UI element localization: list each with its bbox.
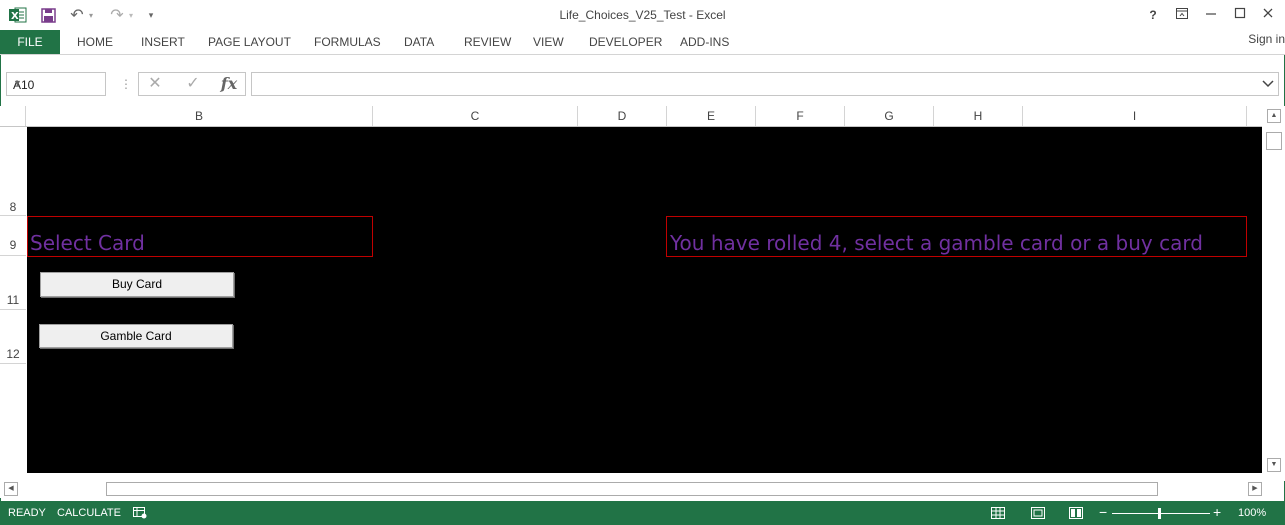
macro-recording-icon[interactable] bbox=[132, 505, 148, 521]
enter-icon[interactable]: ✓ bbox=[181, 74, 205, 94]
normal-view-icon[interactable] bbox=[990, 505, 1006, 521]
column-header-f[interactable]: F bbox=[756, 106, 845, 126]
row-header-12[interactable]: 12 bbox=[0, 310, 26, 364]
buy-card-button[interactable]: Buy Card bbox=[40, 272, 234, 297]
column-header-d[interactable]: D bbox=[578, 106, 667, 126]
column-header-e[interactable]: E bbox=[667, 106, 756, 126]
page-layout-view-icon[interactable] bbox=[1030, 505, 1046, 521]
tab-review[interactable]: REVIEW bbox=[464, 30, 511, 54]
tab-add-ins[interactable]: ADD-INS bbox=[680, 30, 729, 54]
column-header-j[interactable] bbox=[1247, 106, 1262, 126]
gamble-card-button[interactable]: Gamble Card bbox=[39, 324, 233, 348]
name-box-dropdown-icon[interactable]: ▼ bbox=[13, 78, 101, 88]
column-header-c[interactable]: C bbox=[373, 106, 578, 126]
row-header-8[interactable]: 8 bbox=[0, 196, 26, 216]
zoom-level[interactable]: 100% bbox=[1238, 507, 1266, 519]
column-header-h[interactable]: H bbox=[934, 106, 1023, 126]
status-calculate[interactable]: CALCULATE bbox=[57, 507, 121, 519]
formula-bar-grip-icon[interactable]: ⋮ bbox=[120, 76, 132, 92]
page-break-preview-icon[interactable] bbox=[1068, 505, 1084, 521]
zoom-slider-thumb[interactable] bbox=[1158, 508, 1161, 519]
column-header-i[interactable]: I bbox=[1023, 106, 1247, 126]
roll-message-text: You have rolled 4, select a gamble card … bbox=[670, 231, 1203, 255]
vertical-scrollbar[interactable]: ▲ ▼ bbox=[1264, 106, 1284, 472]
column-header-g[interactable]: G bbox=[845, 106, 934, 126]
scroll-left-icon[interactable]: ◀ bbox=[4, 482, 18, 496]
row-header-9[interactable]: 9 bbox=[0, 216, 26, 256]
horizontal-scrollbar[interactable]: ◀ ▶ bbox=[0, 480, 1264, 498]
maximize-icon[interactable] bbox=[1230, 6, 1250, 24]
sign-in-link[interactable]: Sign in bbox=[1248, 32, 1285, 46]
cancel-icon[interactable]: ✕ bbox=[143, 74, 167, 94]
select-card-label: Select Card bbox=[30, 231, 145, 255]
row-header-11[interactable]: 11 bbox=[0, 256, 26, 310]
zoom-out-button[interactable]: − bbox=[1099, 504, 1107, 520]
scroll-down-icon[interactable]: ▼ bbox=[1267, 458, 1281, 472]
ribbon-display-options-icon[interactable] bbox=[1172, 6, 1192, 24]
ribbon-tabs: FILE HOME INSERT PAGE LAYOUT FORMULAS DA… bbox=[0, 30, 1285, 54]
horizontal-scroll-thumb[interactable] bbox=[106, 482, 1158, 496]
tab-view[interactable]: VIEW bbox=[533, 30, 564, 54]
insert-function-icon[interactable]: fx bbox=[217, 74, 241, 94]
scroll-right-icon[interactable]: ▶ bbox=[1248, 482, 1262, 496]
window-title: Life_Choices_V25_Test - Excel bbox=[559, 8, 726, 22]
tab-home[interactable]: HOME bbox=[77, 30, 113, 54]
formula-buttons: ✕ ✓ fx bbox=[138, 72, 246, 96]
status-bar: READY CALCULATE − + 100% bbox=[0, 501, 1285, 525]
ribbon-divider bbox=[0, 54, 1285, 55]
worksheet-grid[interactable]: B C D E F G H I 8 9 11 12 Select Card Yo… bbox=[0, 106, 1285, 481]
tab-page-layout[interactable]: PAGE LAYOUT bbox=[208, 30, 291, 54]
scroll-up-icon[interactable]: ▲ bbox=[1267, 109, 1281, 123]
sheet-background bbox=[27, 127, 1262, 473]
vertical-scroll-thumb[interactable] bbox=[1266, 132, 1282, 150]
minimize-icon[interactable] bbox=[1201, 6, 1221, 24]
column-header-b[interactable]: B bbox=[26, 106, 373, 126]
select-all-corner[interactable] bbox=[0, 106, 26, 126]
name-box[interactable]: A10 ▼ bbox=[6, 72, 106, 96]
tab-developer[interactable]: DEVELOPER bbox=[589, 30, 662, 54]
close-icon[interactable] bbox=[1258, 6, 1278, 24]
tab-formulas[interactable]: FORMULAS bbox=[314, 30, 381, 54]
expand-formula-bar-icon[interactable] bbox=[1262, 77, 1274, 92]
title-bar: X ↶ ▾ ↷ ▾ ▾ Life_Choices_V25_Test - Exce… bbox=[0, 0, 1285, 30]
help-button[interactable]: ? bbox=[1143, 6, 1163, 24]
tab-insert[interactable]: INSERT bbox=[141, 30, 185, 54]
zoom-slider-track[interactable] bbox=[1112, 513, 1210, 514]
zoom-in-button[interactable]: + bbox=[1213, 504, 1221, 520]
tab-file[interactable]: FILE bbox=[0, 30, 60, 54]
status-ready: READY bbox=[8, 507, 46, 519]
tab-data[interactable]: DATA bbox=[404, 30, 434, 54]
formula-input[interactable] bbox=[251, 72, 1279, 96]
